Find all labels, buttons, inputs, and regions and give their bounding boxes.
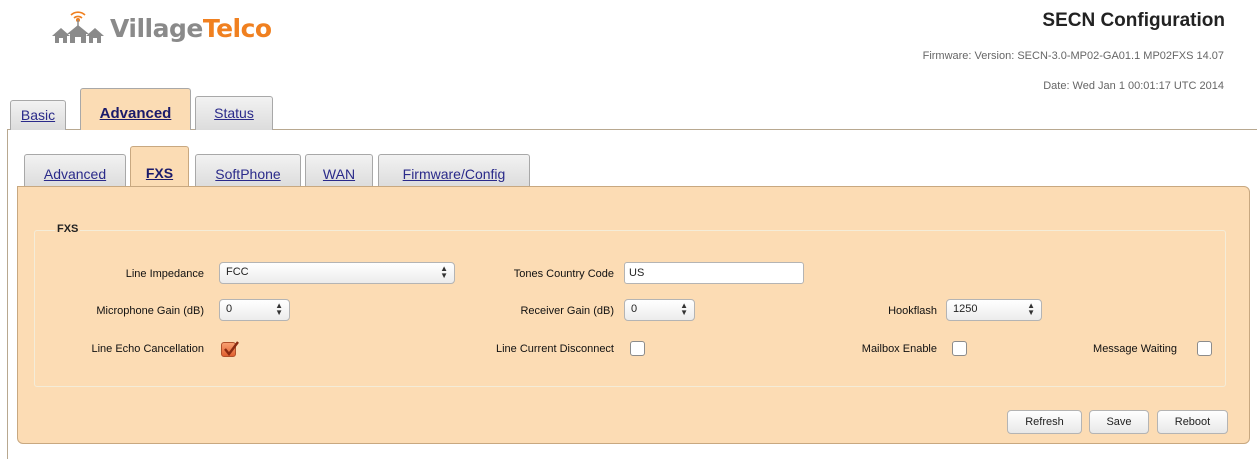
hookflash-label: Hookflash [888,305,937,317]
receiver-gain-label: Receiver Gain (dB) [520,305,614,317]
tab-advanced[interactable]: Advanced [80,88,191,130]
fieldset-legend: FXS [55,223,81,235]
brand-name: VillageTelco [110,14,272,43]
system-date: Date: Wed Jan 1 00:01:17 UTC 2014 [1043,80,1224,92]
line-echo-cancellation-label: Line Echo Cancellation [91,343,204,355]
spinner-arrows-icon: ▲ ▼ [680,301,688,317]
refresh-button[interactable]: Refresh [1007,410,1082,434]
subtab-firmware-config[interactable]: Firmware/Config [378,154,530,187]
page-title: SECN Configuration [1042,10,1225,31]
checkmark-icon [224,341,239,356]
tones-country-code-label: Tones Country Code [513,268,614,280]
village-telco-logo: VillageTelco [50,10,272,44]
line-current-disconnect-label: Line Current Disconnect [495,343,614,355]
line-echo-cancellation-checkbox[interactable] [221,341,239,357]
receiver-gain-stepper[interactable]: 0 ▲ ▼ [624,299,695,321]
spinner-arrows-icon: ▲ ▼ [275,301,283,317]
reboot-button[interactable]: Reboot [1157,410,1228,434]
line-impedance-label: Line Impedance [125,268,204,280]
spinner-arrows-icon: ▲ ▼ [440,264,448,280]
subtab-softphone[interactable]: SoftPhone [195,154,301,187]
save-button[interactable]: Save [1089,410,1149,434]
tab-content-border [7,129,8,459]
message-waiting-checkbox[interactable] [1197,341,1212,356]
hookflash-stepper[interactable]: 1250 ▲ ▼ [946,299,1042,321]
microphone-gain-label: Microphone Gain (dB) [96,305,204,317]
tones-country-code-input[interactable]: US [624,262,804,284]
line-current-disconnect-checkbox[interactable] [630,341,645,356]
spinner-arrows-icon: ▲ ▼ [1027,301,1035,317]
mailbox-enable-checkbox[interactable] [952,341,967,356]
firmware-version: Firmware: Version: SECN-3.0-MP02-GA01.1 … [922,50,1224,62]
message-waiting-label: Message Waiting [1093,343,1177,355]
village-houses-icon [52,11,104,43]
subtab-fxs[interactable]: FXS [130,146,189,187]
subtab-advanced[interactable]: Advanced [24,154,126,187]
tab-status[interactable]: Status [195,96,273,130]
line-impedance-select[interactable]: FCC ▲ ▼ [219,262,455,284]
mailbox-enable-label: Mailbox Enable [861,343,937,355]
microphone-gain-stepper[interactable]: 0 ▲ ▼ [219,299,290,321]
tab-basic[interactable]: Basic [10,100,66,130]
subtab-wan[interactable]: WAN [305,154,373,187]
